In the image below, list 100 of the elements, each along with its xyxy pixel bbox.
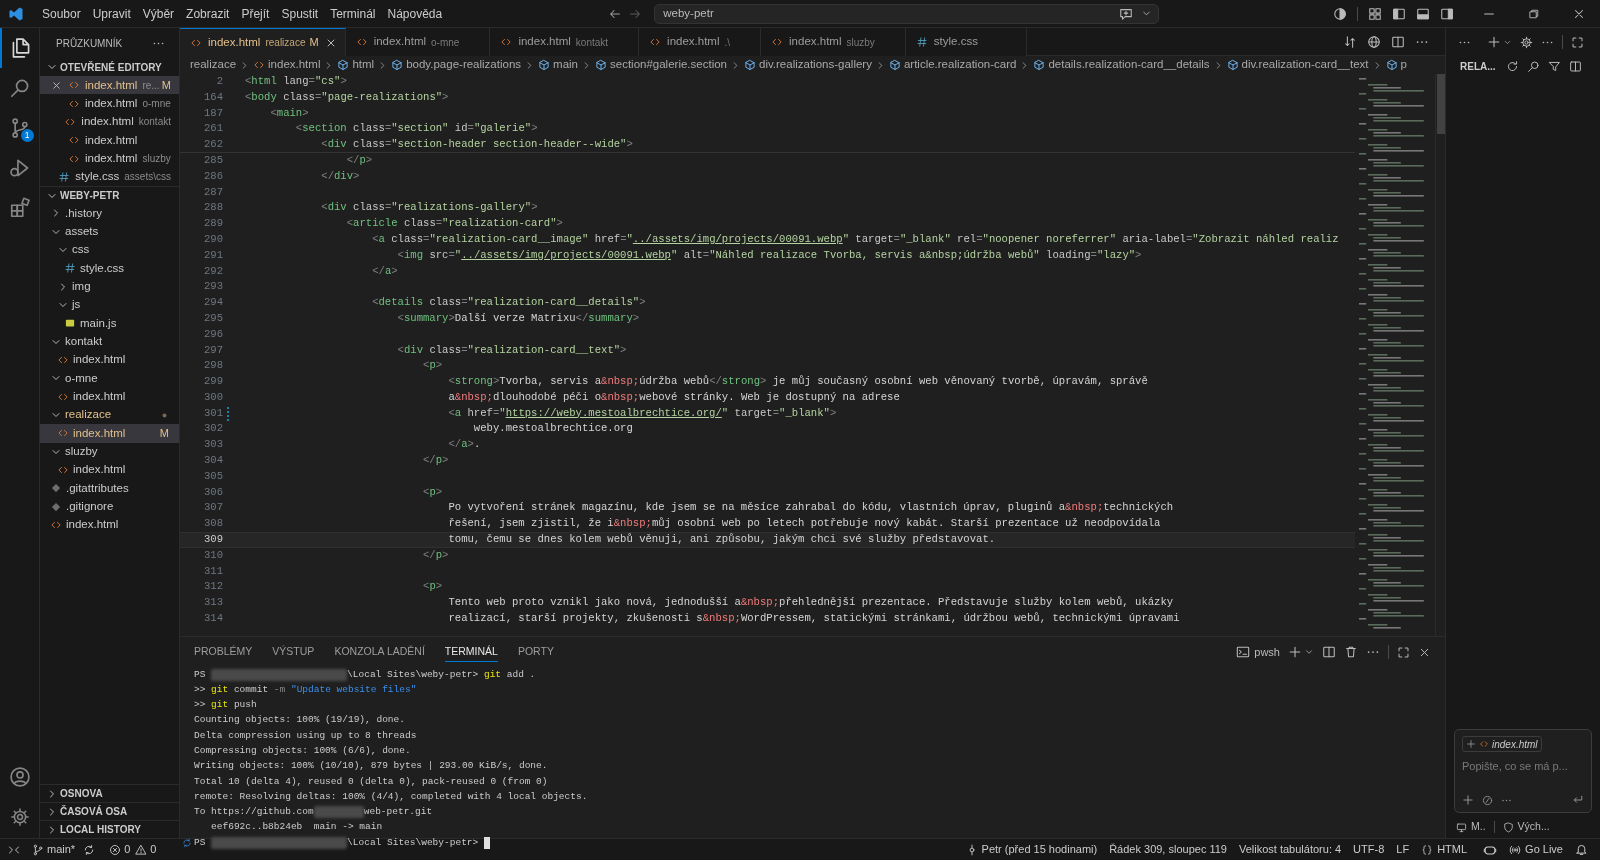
scrollbar-thumb[interactable] xyxy=(1437,74,1445,134)
sidebar-right-icon[interactable] xyxy=(1440,6,1454,21)
extensions-icon[interactable] xyxy=(8,197,31,219)
section-header[interactable]: OTEVŘENÉ EDITORY xyxy=(40,58,179,76)
breadcrumb[interactable]: realizace xyxy=(190,56,237,74)
trash-icon[interactable] xyxy=(1344,645,1358,659)
tree-item[interactable]: main.js xyxy=(40,314,179,333)
plus-icon[interactable] xyxy=(1487,35,1501,49)
branch-button[interactable]: main* xyxy=(32,841,76,858)
tree-item[interactable]: index.html xyxy=(40,350,179,370)
editor-tab[interactable]: index.html sluzby xyxy=(761,28,906,56)
app-logo-icon[interactable] xyxy=(8,5,24,22)
settings-icon[interactable] xyxy=(1520,35,1533,49)
maximize-icon[interactable] xyxy=(1397,645,1410,659)
chat-input-field[interactable]: Popište, co se má p... xyxy=(1462,758,1584,775)
tree-item[interactable]: index.html M xyxy=(40,424,179,443)
breadcrumb[interactable]: main xyxy=(538,56,578,74)
chat-icon[interactable] xyxy=(1119,6,1134,21)
run-debug-icon[interactable] xyxy=(8,157,31,179)
breadcrumb[interactable]: html xyxy=(337,56,375,74)
half-circle-icon[interactable] xyxy=(1333,6,1347,21)
command-center-field[interactable]: weby-petr xyxy=(654,3,1160,24)
breadcrumb[interactable]: p xyxy=(1385,56,1407,74)
status-item[interactable]: UTF-8 xyxy=(1353,841,1385,858)
open-editor-item[interactable]: index.html o-mne xyxy=(40,94,179,113)
section-header[interactable]: OSNOVA xyxy=(40,784,179,802)
close-icon[interactable] xyxy=(50,79,62,91)
editor-tab[interactable]: index.html realizace M xyxy=(180,28,346,56)
filter-icon[interactable] xyxy=(1547,59,1561,73)
menu-item[interactable]: Spustit xyxy=(275,4,325,23)
open-editor-item[interactable]: index.html xyxy=(40,131,179,150)
breadcrumb[interactable]: details.realization-card__details xyxy=(1033,56,1210,74)
section-header[interactable]: WEBY-PETR xyxy=(40,186,179,205)
plus-icon[interactable] xyxy=(1462,794,1474,806)
editor-tab[interactable]: index.html .\ xyxy=(639,28,762,56)
tree-item[interactable]: css xyxy=(40,240,179,260)
status-item[interactable]: Řádek 309, sloupec 119 xyxy=(1109,841,1227,858)
breadcrumb[interactable]: article.realization-card xyxy=(888,56,1017,74)
globe-icon[interactable] xyxy=(1367,34,1381,49)
tree-item[interactable]: .history xyxy=(40,204,179,223)
tree-item[interactable]: sluzby xyxy=(40,442,179,461)
tree-item[interactable]: o-mne xyxy=(40,369,179,388)
settings-icon[interactable] xyxy=(9,807,30,827)
panel-tab[interactable]: PROBLÉMY xyxy=(194,642,253,662)
search-icon[interactable] xyxy=(8,77,31,99)
attachment-chip[interactable]: index.html xyxy=(1462,736,1542,752)
menu-item[interactable]: Upravit xyxy=(86,4,137,23)
chevron-icon[interactable] xyxy=(1304,647,1314,657)
split-terminal-icon[interactable] xyxy=(1322,645,1336,659)
maximize-icon[interactable] xyxy=(1571,35,1584,49)
editor-tab[interactable]: style.css xyxy=(905,28,1027,56)
breadcrumb[interactable]: div.realizations-gallery xyxy=(744,56,872,74)
terminal-selector[interactable]: pwsh xyxy=(1236,643,1280,661)
sync-icon[interactable] xyxy=(83,843,96,856)
menu-item[interactable]: Terminál xyxy=(324,4,382,23)
compare-icon[interactable] xyxy=(1343,34,1357,49)
section-header[interactable]: ČASOVÁ OSA xyxy=(40,802,179,820)
breadcrumb[interactable]: index.html xyxy=(253,56,321,74)
refresh-icon[interactable] xyxy=(1505,59,1519,73)
open-editor-item[interactable]: style.css assets\css xyxy=(40,167,179,187)
panel-tab[interactable]: VÝSTUP xyxy=(272,642,315,662)
tree-item[interactable]: img xyxy=(40,277,179,296)
breadcrumb[interactable]: section#galerie.section xyxy=(595,56,727,74)
status-item[interactable]: HTML xyxy=(1421,841,1468,858)
tree-item[interactable]: index.html xyxy=(40,460,179,480)
status-item[interactable]: Petr (před 15 hodinami) xyxy=(965,841,1098,858)
plus-icon[interactable] xyxy=(1288,645,1302,659)
tree-item[interactable]: index.html xyxy=(40,515,179,535)
menu-item[interactable]: Výběr xyxy=(136,4,181,23)
tree-item[interactable]: .gitattributes xyxy=(40,479,179,498)
menu-item[interactable]: Přejít xyxy=(235,4,276,23)
problems-button[interactable]: 0 0 xyxy=(109,841,157,858)
breadcrumb[interactable]: div.realization-card__text xyxy=(1226,56,1369,74)
panel-tab[interactable]: KONZOLA LADĚNÍ xyxy=(334,642,425,662)
bell-icon[interactable] xyxy=(1575,843,1588,856)
search-icon[interactable] xyxy=(1526,59,1540,73)
sidebar-left-icon[interactable] xyxy=(1392,6,1406,21)
split-editor-icon[interactable] xyxy=(1391,34,1405,49)
status-item[interactable]: LF xyxy=(1396,841,1410,858)
tree-item[interactable]: style.css xyxy=(40,259,179,278)
panel-tab[interactable]: PORTY xyxy=(517,642,554,662)
editor-tab[interactable]: index.html o-mne xyxy=(345,28,491,56)
open-editor-item[interactable]: index.html re... M xyxy=(40,76,179,95)
editor-tab[interactable]: index.html kontakt xyxy=(490,28,640,56)
breadcrumb[interactable]: body.page-realizations xyxy=(391,56,522,74)
send-icon[interactable] xyxy=(1572,794,1584,806)
status-item[interactable]: Go Live xyxy=(1509,841,1563,858)
menu-item[interactable]: Zobrazit xyxy=(180,4,236,23)
menu-item[interactable]: Nápověda xyxy=(381,4,449,23)
slashed-circle-icon[interactable] xyxy=(1482,794,1493,806)
menu-item[interactable]: Soubor xyxy=(36,4,87,23)
tree-item[interactable]: kontakt xyxy=(40,332,179,351)
footer-button[interactable]: M.. xyxy=(1456,819,1486,835)
footer-button[interactable]: Vých... xyxy=(1502,819,1550,835)
tree-item[interactable]: js xyxy=(40,295,179,315)
layout-grid-icon[interactable] xyxy=(1368,6,1382,21)
tree-item[interactable]: index.html xyxy=(40,387,179,406)
restore-icon[interactable] xyxy=(1528,7,1540,20)
status-item[interactable]: Velikost tabulátoru: 4 xyxy=(1239,841,1342,858)
account-icon[interactable] xyxy=(8,766,31,788)
